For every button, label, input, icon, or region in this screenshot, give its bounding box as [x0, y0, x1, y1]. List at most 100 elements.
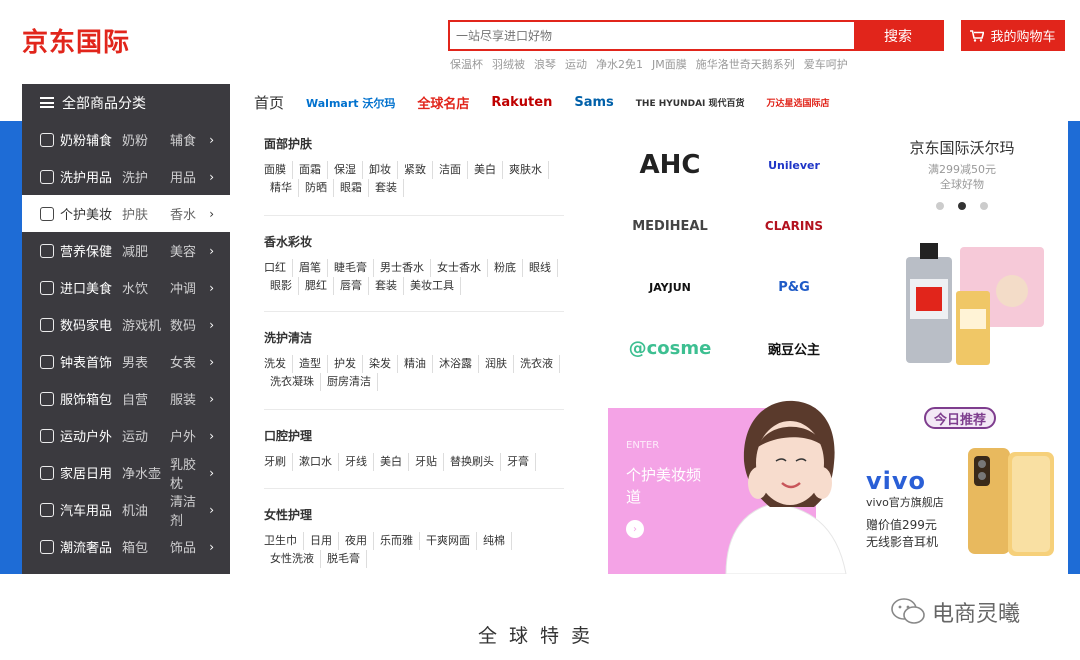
flyout-tag[interactable]: 染发 [363, 355, 398, 373]
flyout-tag[interactable]: 口红 [264, 259, 293, 277]
brand-logo[interactable]: MEDIHEAL [608, 196, 732, 256]
flyout-tag[interactable]: 乐而雅 [374, 532, 420, 550]
flyout-tag[interactable]: 润肤 [479, 355, 514, 373]
category-item[interactable]: 服饰箱包 自营 服装 › [22, 380, 230, 417]
hot-keyword[interactable]: 净水2免1 [596, 56, 643, 72]
nav-brand-link[interactable]: 全球名店 [417, 93, 469, 112]
sidebar-header[interactable]: 全部商品分类 [22, 84, 230, 121]
flyout-tag[interactable]: 美妆工具 [404, 277, 461, 295]
brand-logo[interactable]: JAYJUN [608, 257, 732, 317]
nav-brand-link[interactable]: Walmart 沃尔玛 [306, 95, 395, 111]
flyout-tag[interactable]: 造型 [293, 355, 328, 373]
hot-keyword[interactable]: JM面膜 [652, 56, 687, 72]
category-sub-link[interactable]: 饰品 [170, 537, 208, 556]
flyout-tag[interactable]: 眼霜 [334, 179, 369, 197]
flyout-tag[interactable]: 紧致 [398, 161, 433, 179]
flyout-tag[interactable]: 洗发 [264, 355, 293, 373]
search-button[interactable]: 搜索 [854, 22, 942, 49]
category-sub-link[interactable]: 洗护 [122, 167, 170, 186]
site-logo[interactable]: 京东国际 [22, 22, 130, 59]
flyout-section-title[interactable]: 洗护清洁 [264, 329, 564, 346]
flyout-tag[interactable]: 套装 [369, 277, 404, 295]
hot-keyword[interactable]: 爱车呵护 [804, 56, 848, 72]
category-sub-link[interactable]: 净水壶 [122, 463, 170, 482]
category-sub-link[interactable]: 运动 [122, 426, 170, 445]
flyout-tag[interactable]: 面霜 [293, 161, 328, 179]
nav-brand-link[interactable]: THE HYUNDAI 现代百货 [636, 96, 745, 109]
category-sub-link[interactable]: 男表 [122, 352, 170, 371]
flyout-tag[interactable]: 美白 [468, 161, 503, 179]
brand-logo[interactable]: @cosme [608, 318, 732, 378]
hot-keyword[interactable]: 运动 [565, 56, 587, 72]
hot-keyword[interactable]: 施华洛世奇天鹅系列 [696, 56, 795, 72]
flyout-tag[interactable]: 护发 [328, 355, 363, 373]
flyout-tag[interactable]: 替换刷头 [444, 453, 501, 471]
flyout-tag[interactable]: 面膜 [264, 161, 293, 179]
flyout-section-title[interactable]: 面部护肤 [264, 135, 564, 152]
hot-keyword[interactable]: 羽绒被 [492, 56, 525, 72]
flyout-tag[interactable]: 牙贴 [409, 453, 444, 471]
carousel-dot[interactable] [980, 202, 988, 210]
flyout-tag[interactable]: 男士香水 [374, 259, 431, 277]
flyout-section-title[interactable]: 香水彩妆 [264, 233, 564, 250]
flyout-tag[interactable]: 眉笔 [293, 259, 328, 277]
category-sub-link[interactable]: 香水 [170, 204, 208, 223]
flyout-tag[interactable]: 日用 [304, 532, 339, 550]
brand-logo[interactable]: P&G [732, 257, 856, 317]
hot-keyword[interactable]: 浪琴 [534, 56, 556, 72]
nav-brand-link[interactable]: Sams [574, 95, 613, 110]
category-item[interactable]: 个护美妆 护肤 香水 › [22, 195, 230, 232]
category-sub-link[interactable]: 户外 [170, 426, 208, 445]
nav-brand-link[interactable]: Rakuten [491, 95, 552, 110]
category-item[interactable]: 家居日用 净水壶 乳胶枕 › [22, 454, 230, 492]
promo-arrow-icon[interactable]: › [626, 520, 644, 538]
category-sub-link[interactable]: 乳胶枕 [170, 454, 208, 492]
category-item[interactable]: 运动户外 运动 户外 › [22, 417, 230, 454]
category-sub-link[interactable]: 水饮 [122, 278, 170, 297]
category-item[interactable]: 钟表首饰 男表 女表 › [22, 343, 230, 380]
flyout-tag[interactable]: 夜用 [339, 532, 374, 550]
category-sub-link[interactable]: 用品 [170, 167, 208, 186]
flyout-tag[interactable]: 洗衣液 [514, 355, 560, 373]
category-sub-link[interactable]: 服装 [170, 389, 208, 408]
category-sub-link[interactable]: 数码 [170, 315, 208, 334]
flyout-tag[interactable]: 洁面 [433, 161, 468, 179]
beauty-promo[interactable]: ENTER 个护美妆频道 › [608, 391, 856, 574]
category-sub-link[interactable]: 美容 [170, 241, 208, 260]
category-sub-link[interactable]: 奶粉 [122, 130, 170, 149]
flyout-tag[interactable]: 防晒 [299, 179, 334, 197]
flyout-tag[interactable]: 眼影 [264, 277, 299, 295]
flyout-tag[interactable]: 腮红 [299, 277, 334, 295]
brand-logo[interactable]: 豌豆公主 [732, 318, 856, 378]
nav-brand-link[interactable]: 万达星选国际店 [767, 96, 830, 109]
flyout-tag[interactable]: 牙线 [339, 453, 374, 471]
category-item[interactable]: 进口美食 水饮 冲调 › [22, 269, 230, 306]
flyout-tag[interactable]: 女士香水 [431, 259, 488, 277]
category-sub-link[interactable]: 箱包 [122, 537, 170, 556]
category-sub-link[interactable]: 女表 [170, 352, 208, 371]
flyout-tag[interactable]: 保湿 [328, 161, 363, 179]
carousel-dot-active[interactable] [958, 202, 966, 210]
category-sub-link[interactable]: 护肤 [122, 204, 170, 223]
flyout-tag[interactable]: 沐浴露 [433, 355, 479, 373]
category-sub-link[interactable]: 自营 [122, 389, 170, 408]
flyout-tag[interactable]: 牙膏 [501, 453, 536, 471]
flyout-tag[interactable]: 粉底 [488, 259, 523, 277]
flyout-section-title[interactable]: 女性护理 [264, 506, 564, 523]
flyout-tag[interactable]: 唇膏 [334, 277, 369, 295]
cart-button[interactable]: 我的购物车 [961, 20, 1065, 51]
flyout-tag[interactable]: 套装 [369, 179, 404, 197]
category-sub-link[interactable]: 减肥 [122, 241, 170, 260]
flyout-tag[interactable]: 卸妆 [363, 161, 398, 179]
walmart-title[interactable]: 京东国际沃尔玛 [856, 137, 1068, 158]
category-sub-link[interactable]: 清洁剂 [170, 491, 208, 529]
flyout-tag[interactable]: 厨房清洁 [321, 373, 378, 391]
category-sub-link[interactable]: 辅食 [170, 130, 208, 149]
flyout-tag[interactable]: 睫毛膏 [328, 259, 374, 277]
flyout-tag[interactable]: 卫生巾 [264, 532, 304, 550]
category-item[interactable]: 奶粉辅食 奶粉 辅食 › [22, 121, 230, 158]
carousel-dot[interactable] [936, 202, 944, 210]
flyout-section-title[interactable]: 口腔护理 [264, 427, 564, 444]
brand-logo[interactable]: Unilever [732, 135, 856, 195]
category-item[interactable]: 洗护用品 洗护 用品 › [22, 158, 230, 195]
